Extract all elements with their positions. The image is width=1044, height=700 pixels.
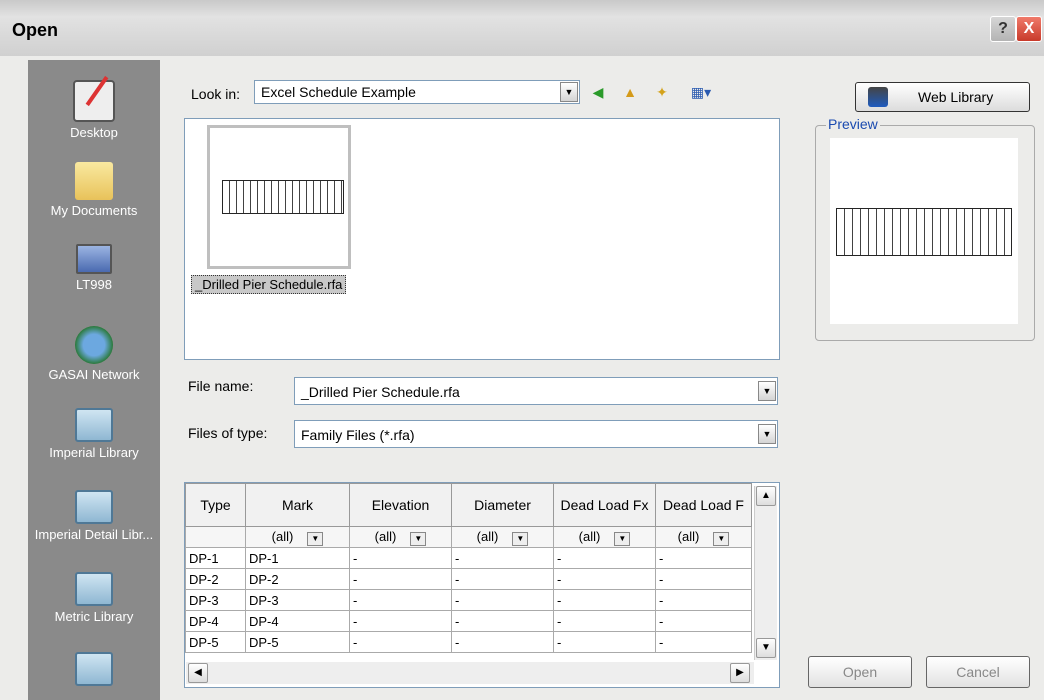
filter-elevation[interactable]: (all) ▼ (349, 526, 452, 548)
table-row[interactable]: DP-3 DP-3 -- -- (185, 589, 752, 611)
place-metric-library[interactable]: Metric Library (28, 566, 160, 648)
filter-dead-load-f[interactable]: (all) ▼ (655, 526, 752, 548)
preview-label: Preview (826, 116, 880, 132)
cancel-button[interactable]: Cancel (926, 656, 1030, 688)
web-library-label: Web Library (918, 89, 994, 105)
folder-icon (75, 408, 113, 442)
chevron-down-icon[interactable]: ▼ (307, 531, 324, 546)
place-more[interactable] (28, 648, 160, 688)
place-label: Desktop (70, 125, 118, 140)
table-row[interactable]: DP-5 DP-5 -- -- (185, 631, 752, 653)
file-thumbnail[interactable] (207, 125, 351, 269)
folder-icon (75, 652, 113, 686)
filter-mark[interactable]: (all) ▼ (245, 526, 350, 548)
column-header-elevation[interactable]: Elevation (349, 483, 452, 527)
column-header-dead-load-f[interactable]: Dead Load F (655, 483, 752, 527)
filter-cell (185, 526, 246, 548)
schedule-thumbnail-image (222, 180, 344, 214)
look-in-value: Excel Schedule Example (261, 84, 416, 100)
web-library-icon (868, 87, 888, 107)
scroll-up-icon[interactable]: ▲ (756, 486, 776, 506)
type-catalog-grid[interactable]: Type Mark Elevation Diameter Dead Load F… (184, 482, 780, 688)
place-imperial-detail-library[interactable]: Imperial Detail Libr... (28, 484, 160, 566)
views-icon[interactable]: ▦▾ (684, 82, 718, 102)
table-row[interactable]: DP-4 DP-4 -- -- (185, 610, 752, 632)
help-button[interactable]: ? (990, 16, 1016, 42)
web-library-button[interactable]: Web Library (855, 82, 1030, 112)
file-name-field[interactable]: _Drilled Pier Schedule.rfa ▼ (294, 377, 778, 405)
filter-diameter[interactable]: (all) ▼ (451, 526, 554, 548)
look-in-label: Look in: (191, 86, 241, 102)
place-label: GASAI Network (48, 367, 140, 382)
schedule-preview-image (836, 208, 1012, 256)
type-catalog-table: Type Mark Elevation Diameter Dead Load F… (185, 483, 752, 653)
place-desktop[interactable]: Desktop (28, 74, 160, 156)
place-label: Imperial Library (49, 445, 139, 460)
place-computer[interactable]: LT998 (28, 238, 160, 320)
look-in-dropdown[interactable]: Excel Schedule Example ▼ (254, 80, 580, 104)
vertical-scrollbar[interactable]: ▲ ▼ (754, 486, 777, 660)
up-folder-icon[interactable]: ▲ (620, 82, 640, 102)
my-documents-icon (75, 162, 113, 200)
column-header-dead-load-fx[interactable]: Dead Load Fx (553, 483, 656, 527)
file-type-label: Files of type: (188, 425, 268, 441)
file-type-dropdown[interactable]: Family Files (*.rfa) ▼ (294, 420, 778, 448)
folder-icon (75, 490, 113, 524)
table-row[interactable]: DP-2 DP-2 -- -- (185, 568, 752, 590)
file-item-name[interactable]: _Drilled Pier Schedule.rfa (191, 275, 347, 294)
close-button[interactable]: X (1016, 16, 1042, 42)
chevron-down-icon[interactable]: ▼ (758, 381, 776, 401)
chevron-down-icon[interactable]: ▼ (410, 531, 427, 546)
file-list[interactable]: _Drilled Pier Schedule.rfa (184, 118, 780, 360)
file-name-label: File name: (188, 378, 254, 394)
title-bar: Open ? X (0, 0, 1044, 56)
place-label: LT998 (76, 277, 112, 292)
folder-icon (75, 572, 113, 606)
chevron-down-icon[interactable]: ▼ (713, 531, 730, 546)
new-folder-icon[interactable]: ✦ (652, 82, 672, 102)
back-arrow-icon[interactable]: ◀ (588, 82, 608, 102)
place-imperial-library[interactable]: Imperial Library (28, 402, 160, 484)
horizontal-scrollbar[interactable]: ◀ ▶ (186, 662, 754, 684)
places-bar: Desktop My Documents LT998 GASAI Network… (28, 60, 160, 700)
preview-image (830, 138, 1018, 324)
place-label: Metric Library (54, 609, 134, 624)
column-header-type[interactable]: Type (185, 483, 246, 527)
scroll-down-icon[interactable]: ▼ (756, 638, 776, 658)
place-label: Imperial Detail Libr... (34, 527, 154, 542)
chevron-down-icon[interactable]: ▼ (614, 531, 631, 546)
desktop-icon (73, 80, 115, 122)
chevron-down-icon[interactable]: ▼ (560, 82, 578, 102)
place-label: My Documents (50, 203, 138, 218)
scroll-right-icon[interactable]: ▶ (730, 663, 750, 683)
column-header-mark[interactable]: Mark (245, 483, 350, 527)
open-button[interactable]: Open (808, 656, 912, 688)
chevron-down-icon[interactable]: ▼ (512, 531, 529, 546)
network-icon (75, 326, 113, 364)
file-name-value: _Drilled Pier Schedule.rfa (301, 384, 460, 400)
place-my-documents[interactable]: My Documents (28, 156, 160, 238)
scroll-left-icon[interactable]: ◀ (188, 663, 208, 683)
window-title: Open (12, 20, 59, 40)
chevron-down-icon[interactable]: ▼ (758, 424, 776, 444)
computer-icon (76, 244, 112, 274)
column-header-diameter[interactable]: Diameter (451, 483, 554, 527)
file-type-value: Family Files (*.rfa) (301, 427, 415, 443)
table-row[interactable]: DP-1 DP-1 -- -- (185, 547, 752, 569)
place-network[interactable]: GASAI Network (28, 320, 160, 402)
filter-dead-load-fx[interactable]: (all) ▼ (553, 526, 656, 548)
preview-group: Preview (815, 116, 1035, 341)
